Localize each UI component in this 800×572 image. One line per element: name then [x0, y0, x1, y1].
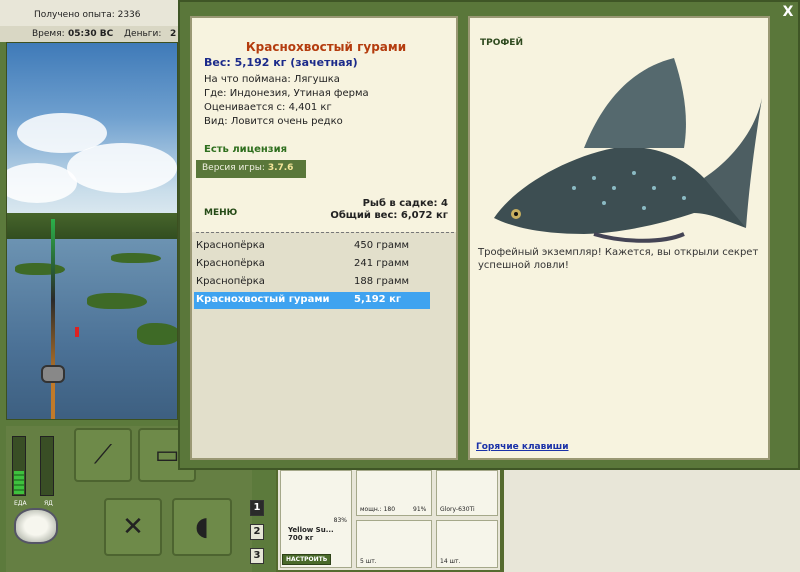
version-value: 3.7.6 [267, 163, 294, 173]
catch-list: Краснопёрка 450 грамм Краснопёрка 241 гр… [192, 232, 456, 458]
menu-button[interactable]: МЕНЮ [204, 208, 237, 218]
catch-name: Краснохвостый гурами [196, 294, 330, 305]
slot-3-button[interactable]: 3 [250, 548, 264, 564]
food-meter [12, 436, 26, 496]
catch-weight: 5,192 кг [354, 294, 402, 305]
time-money-row: Время: 05:30 ВС Деньги: 2 [0, 26, 190, 42]
money-label: Деньги: [124, 29, 162, 39]
time-label: Время: [32, 29, 65, 39]
poison-meter [40, 436, 54, 496]
rod-weight: 700 кг [288, 534, 314, 542]
fork-knife-icon: ✕ [122, 512, 144, 542]
reel-power: мощн.: 180 [360, 506, 396, 513]
fish-illustration [494, 58, 762, 243]
hooks-count: 5 шт. [360, 558, 377, 565]
fish-icon: ◖ [195, 512, 209, 542]
trophy-text: Трофейный экземпляр! Кажется, вы открыли… [478, 247, 759, 271]
catch-name: Краснопёрка [196, 276, 265, 287]
fish-kind: Вид: Ловится очень редко [204, 116, 343, 127]
fish-weight: Вес: 5,192 кг (зачетная) [204, 56, 358, 69]
location: Где: Индонезия, Утиная ферма [204, 88, 369, 99]
empty-panel [502, 466, 800, 572]
catch-weight: 450 грамм [354, 240, 410, 251]
rod-name-text: Yellow Su... [288, 526, 334, 534]
food-pot-icon[interactable] [14, 508, 58, 544]
divider [196, 232, 454, 233]
list-item[interactable]: Краснопёрка 450 грамм [194, 238, 430, 255]
catch-weight: 188 грамм [354, 276, 410, 287]
reel-icon [41, 365, 65, 383]
reel-slot[interactable]: мощн.: 180 91% [356, 470, 432, 516]
food-label: ЕДА [14, 500, 27, 507]
experience-text: Получено опыта: 2336 [34, 10, 141, 20]
inventory-bar: 83% Yellow Su... 700 кг НАСТРОИТЬ мощн.: … [276, 466, 502, 572]
list-item[interactable]: Краснопёрка 241 грамм [194, 256, 430, 273]
status-bar: Получено опыта: 2336 Время: 05:30 ВС Ден… [0, 0, 190, 42]
hook-slot[interactable]: 5 шт. [356, 520, 432, 568]
poison-label: ЯД [44, 500, 53, 507]
fishing-scene[interactable] [6, 42, 178, 420]
keepnet-summary: Рыб в садке: 4 Общий вес: 6,072 кг [330, 198, 448, 222]
food-button[interactable]: ✕ [104, 498, 162, 556]
catch-weight: 241 грамм [354, 258, 410, 269]
version-label: Версия игры: [202, 163, 265, 173]
trophy-panel: ТРОФЕЙ Трофейный экземпляр! Кажется, вы … [468, 16, 770, 460]
line-name: Glory-630Ti [440, 506, 475, 513]
reel-percent: 91% [413, 506, 427, 513]
caught-on: На что поймана: Лягушка [204, 74, 340, 85]
list-item-selected[interactable]: Краснохвостый гурами 5,192 кг [194, 292, 430, 309]
money-value: 2 [170, 29, 177, 39]
weed-patch [137, 323, 177, 345]
bait-slot[interactable]: 14 шт. [436, 520, 498, 568]
food-meter-fill [14, 470, 24, 494]
catch-name: Краснопёрка [196, 258, 265, 269]
fish-button[interactable]: ◖ [172, 498, 232, 556]
fish-details-panel: Краснохвостый гурами Вес: 5,192 кг (заче… [190, 16, 458, 460]
rod-percent: 83% [333, 517, 347, 524]
rod-name: Yellow Su... 700 кг [288, 526, 334, 542]
slot-1-button[interactable]: 1 [250, 500, 264, 516]
close-button[interactable]: X [780, 4, 796, 22]
list-item[interactable]: Краснопёрка 188 грамм [194, 274, 430, 291]
float-bobber[interactable] [75, 327, 79, 337]
rated-from: Оценивается с: 4,401 кг [204, 102, 332, 113]
weed-patch [111, 253, 161, 263]
slot-2-button[interactable]: 2 [250, 524, 264, 540]
cloud [67, 143, 177, 193]
weed-patch [15, 263, 65, 275]
hotkeys-link[interactable]: Горячие клавиши [476, 442, 569, 452]
keep-count: Рыб в садке: 4 [362, 198, 448, 209]
setup-button[interactable]: НАСТРОИТЬ [282, 554, 332, 565]
rod-icon: ⟋ [93, 439, 113, 470]
license-status: Есть лицензия [204, 144, 288, 155]
fishing-rod [51, 219, 55, 419]
rods-button[interactable]: ⟋ [74, 428, 132, 482]
weed-patch [87, 293, 147, 309]
game-version: Версия игры: 3.7.6 [196, 160, 306, 178]
bait-count: 14 шт. [440, 558, 461, 565]
trophy-title: ТРОФЕЙ [480, 38, 523, 48]
total-weight: Общий вес: 6,072 кг [330, 210, 448, 221]
line-slot[interactable]: Glory-630Ti [436, 470, 498, 516]
catch-name: Краснопёрка [196, 240, 265, 251]
fish-name: Краснохвостый гурами [245, 40, 407, 54]
tackle-box-icon: ▭ [154, 440, 180, 470]
time-value: 05:30 ВС [68, 29, 114, 39]
